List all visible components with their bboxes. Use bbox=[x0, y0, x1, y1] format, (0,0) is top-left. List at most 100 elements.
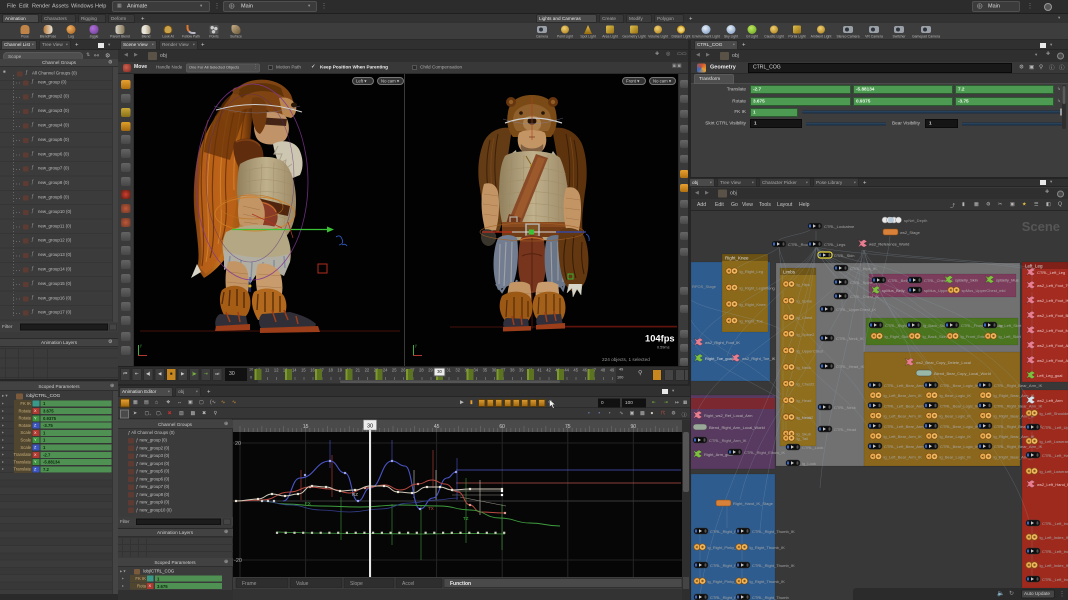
svg-text:lg_Left_Skirt: lg_Left_Skirt bbox=[999, 334, 1022, 339]
svg-text:ws2_Stage: ws2_Stage bbox=[900, 230, 921, 235]
svg-text:CTRL_Right_Thumb_IK: CTRL_Right_Thumb_IK bbox=[752, 563, 795, 568]
svg-text:lg_Right_LegWrong: lg_Right_LegWrong bbox=[740, 286, 775, 291]
svg-text:lg_Hips: lg_Hips bbox=[797, 282, 810, 287]
svg-text:lg_Left_Shoulder: lg_Left_Shoulder bbox=[1040, 411, 1068, 416]
svg-text:lg_Head: lg_Head bbox=[797, 398, 812, 403]
svg-text:lg_Right_Knee: lg_Right_Knee bbox=[740, 302, 767, 307]
svg-text:CTRL_Left_Index_IK: CTRL_Left_Index_IK bbox=[1042, 521, 1068, 526]
svg-text:lg_Left_Bear_Arm_IK: lg_Left_Bear_Arm_IK bbox=[884, 434, 923, 439]
svg-text:Frame: Frame bbox=[242, 581, 257, 587]
svg-text:FX: FX bbox=[305, 501, 311, 506]
svg-text:lg_Right_Thumb_IK: lg_Right_Thumb_IK bbox=[750, 579, 786, 584]
svg-text:15: 15 bbox=[303, 424, 309, 430]
svg-text:TX: TX bbox=[428, 506, 434, 511]
svg-text:CTRL_Look: CTRL_Look bbox=[802, 445, 823, 450]
svg-text:ws2_Reference_World: ws2_Reference_World bbox=[869, 242, 909, 247]
svg-text:Left_Leg_goal: Left_Leg_goal bbox=[1037, 373, 1062, 378]
svg-text:Scene: Scene bbox=[1022, 219, 1060, 234]
svg-text:CTRL_Left_Bear_Arm_IK: CTRL_Left_Bear_Arm_IK bbox=[884, 403, 930, 408]
svg-text:CTRL_Hips_IK: CTRL_Hips_IK bbox=[850, 266, 877, 271]
svg-text:lg_Left_Lowerarm: lg_Left_Lowerarm bbox=[1040, 469, 1068, 474]
svg-text:ws2_Left_Foot_AIM: ws2_Left_Foot_AIM bbox=[1037, 343, 1068, 348]
svg-text:lg_Left_Bear_Arm_IK: lg_Left_Bear_Arm_IK bbox=[884, 454, 923, 459]
svg-text:Right_Knee: Right_Knee bbox=[725, 256, 749, 261]
svg-text:CTRL_Head_IK: CTRL_Head_IK bbox=[836, 364, 865, 369]
svg-text:CTRL_Right_Thumb_IK: CTRL_Right_Thumb_IK bbox=[752, 529, 795, 534]
svg-text:spMus_UpperChest_mid: spMus_UpperChest_mid bbox=[962, 288, 1006, 293]
svg-text:90: 90 bbox=[631, 424, 637, 430]
svg-text:RZ: RZ bbox=[352, 492, 358, 497]
svg-text:lg_Head: lg_Head bbox=[797, 415, 812, 420]
svg-text:CTRL_Left_Bear_Arm_IK: CTRL_Left_Bear_Arm_IK bbox=[884, 383, 930, 388]
svg-text:CTRL_Neck_IK: CTRL_Neck_IK bbox=[836, 336, 864, 341]
svg-text:CTRL_Bear_Logic_IK: CTRL_Bear_Logic_IK bbox=[940, 403, 979, 408]
svg-text:lg_Left_Index_IK: lg_Left_Index_IK bbox=[1040, 563, 1068, 568]
svg-text:spBelly_Mus: spBelly_Mus bbox=[996, 278, 1019, 283]
svg-text:lg_Neck: lg_Neck bbox=[797, 365, 811, 370]
svg-text:Function: Function bbox=[450, 581, 471, 587]
svg-text:spNet_Depth: spNet_Depth bbox=[904, 218, 927, 223]
svg-text:CTRL_Bear_Logic_IK: CTRL_Bear_Logic_IK bbox=[940, 444, 979, 449]
svg-text:lg_Left_Bear_Arm_IK: lg_Left_Bear_Arm_IK bbox=[884, 414, 923, 419]
svg-text:ws2_Left_Foot_Ankle: ws2_Left_Foot_Ankle bbox=[1037, 358, 1068, 363]
svg-text:Blend_Bear_Copy_Local_World: Blend_Bear_Copy_Local_World bbox=[934, 371, 991, 376]
svg-text:20: 20 bbox=[235, 441, 241, 447]
svg-text:lg_Left_Bear_Arm_IK: lg_Left_Bear_Arm_IK bbox=[884, 393, 923, 398]
svg-text:lg_Right_Thumb_IK: lg_Right_Thumb_IK bbox=[750, 545, 786, 550]
svg-text:ws2_Left_Foot_Ball: ws2_Left_Foot_Ball bbox=[1037, 313, 1068, 318]
svg-text:CTRL_Lookatme: CTRL_Lookatme bbox=[824, 224, 855, 229]
svg-text:45: 45 bbox=[434, 424, 440, 430]
svg-text:CTRL_Left_Bear_Arm_IK: CTRL_Left_Bear_Arm_IK bbox=[884, 424, 930, 429]
svg-text:ws2_Left_Hand_IK: ws2_Left_Hand_IK bbox=[1037, 482, 1068, 487]
svg-text:Blend_Right_Arm_Local_World: Blend_Right_Arm_Local_World bbox=[709, 425, 765, 430]
svg-text:lg_Bear_Logic_IK: lg_Bear_Logic_IK bbox=[940, 434, 972, 439]
svg-text:CTRL_Head: CTRL_Head bbox=[834, 427, 856, 432]
svg-text:lg_Spine2: lg_Spine2 bbox=[797, 332, 816, 337]
svg-text:CTRL_Neck: CTRL_Neck bbox=[834, 405, 856, 410]
svg-text:TZ: TZ bbox=[463, 516, 469, 521]
svg-text:ws2_Left_Foot_IK: ws2_Left_Foot_IK bbox=[1037, 298, 1068, 303]
svg-text:CTRL_Right_Elbow_IK: CTRL_Right_Elbow_IK bbox=[744, 450, 785, 455]
svg-text:Right_ws2_Ref_Local_Arm: Right_ws2_Ref_Local_Arm bbox=[704, 413, 753, 418]
svg-text:75: 75 bbox=[565, 424, 571, 430]
svg-text:lg_Look: lg_Look bbox=[802, 461, 816, 466]
svg-text:CTRL_Right_Thumb: CTRL_Right_Thumb bbox=[752, 595, 789, 600]
svg-text:CTRL_Skin: CTRL_Skin bbox=[834, 253, 854, 258]
svg-text:CTRL_Left_Bear_Arm_IK: CTRL_Left_Bear_Arm_IK bbox=[884, 444, 930, 449]
svg-text:ws2_Left_Foot_Twist: ws2_Left_Foot_Twist bbox=[1037, 283, 1068, 288]
svg-text:Limbs: Limbs bbox=[783, 270, 796, 275]
svg-text:CTRL_UpperChest_IK: CTRL_UpperChest_IK bbox=[836, 307, 876, 312]
svg-text:lg_Left_Lowerarm: lg_Left_Lowerarm bbox=[1040, 439, 1068, 444]
svg-text:lg_Back_Skirt: lg_Back_Skirt bbox=[923, 323, 948, 328]
svg-text:lg_UpperChest: lg_UpperChest bbox=[797, 348, 825, 353]
svg-text:lg_Back_Skirt: lg_Back_Skirt bbox=[923, 334, 948, 339]
svg-text:CTRL_Bear_Logic_IK: CTRL_Bear_Logic_IK bbox=[940, 424, 979, 429]
svg-text:CTRL_Right_Bear_Arm_IK: CTRL_Right_Bear_Arm_IK bbox=[994, 383, 1043, 388]
svg-text:lg_Chest: lg_Chest bbox=[797, 315, 814, 320]
svg-text:ws2_Left_Foot_Mid: ws2_Left_Foot_Mid bbox=[1037, 328, 1068, 333]
svg-text:lg_Chest2: lg_Chest2 bbox=[797, 382, 816, 387]
svg-text:lg_Left_Index_IK: lg_Left_Index_IK bbox=[1040, 535, 1068, 540]
svg-text:Slope: Slope bbox=[350, 581, 363, 587]
svg-text:CTRL_Right_Bear_Arm_IK: CTRL_Right_Bear_Arm_IK bbox=[994, 444, 1043, 449]
svg-text:lg_Right_Toe: lg_Right_Toe bbox=[740, 319, 764, 324]
svg-text:CTRL_Bear_Logic_IK: CTRL_Bear_Logic_IK bbox=[940, 383, 979, 388]
svg-text:CTRL_Left_Index_IK: CTRL_Left_Index_IK bbox=[1042, 549, 1068, 554]
svg-text:lg_Right_Skirt: lg_Right_Skirt bbox=[885, 334, 911, 339]
svg-text:CTRL_Root: CTRL_Root bbox=[788, 242, 810, 247]
svg-text:CTRL_Right_Bear_Arm_IK: CTRL_Right_Bear_Arm_IK bbox=[994, 403, 1043, 408]
svg-text:CTRL_Legs: CTRL_Legs bbox=[824, 242, 845, 247]
svg-text:CTRL_Left_Upperarm: CTRL_Left_Upperarm bbox=[1042, 425, 1068, 430]
svg-text:Accel: Accel bbox=[402, 581, 414, 587]
svg-text:lg_Bear_Logic_IK: lg_Bear_Logic_IK bbox=[940, 454, 972, 459]
svg-text:spMus_Belly: spMus_Belly bbox=[882, 288, 905, 293]
svg-text:-20: -20 bbox=[234, 558, 242, 564]
svg-text:ws2_Right_Foot_IK: ws2_Right_Foot_IK bbox=[705, 340, 740, 345]
svg-text:lg_Spine: lg_Spine bbox=[797, 299, 813, 304]
svg-text:CTRL_Right_Arm_IK: CTRL_Right_Arm_IK bbox=[709, 438, 747, 443]
svg-text:CTRL_Left_Index: CTRL_Left_Index bbox=[1042, 577, 1068, 582]
svg-text:Right_Hand_IK_Stage: Right_Hand_IK_Stage bbox=[733, 501, 774, 506]
svg-text:30: 30 bbox=[367, 424, 373, 430]
svg-text:lg_Right_Leg: lg_Right_Leg bbox=[740, 269, 764, 274]
svg-text:lg_Tail: lg_Tail bbox=[797, 436, 808, 441]
